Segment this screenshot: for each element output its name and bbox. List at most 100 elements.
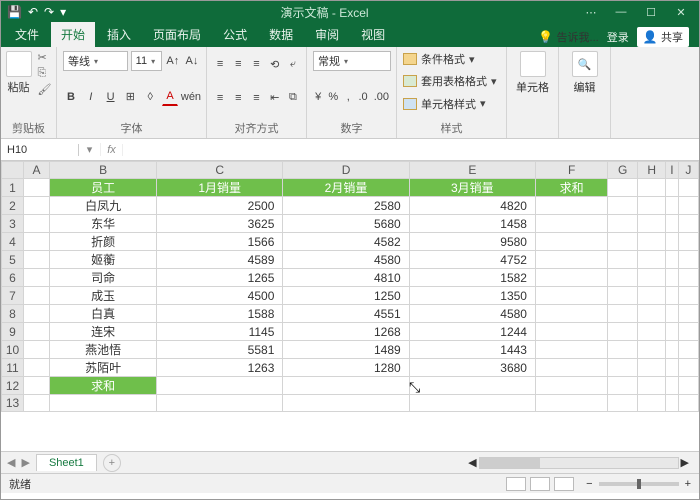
tab-home[interactable]: 开始 [51,22,95,47]
underline-button[interactable]: U [103,88,119,106]
grow-font-icon[interactable]: A↑ [165,52,181,70]
edit-button[interactable]: 🔍编辑 [565,51,604,95]
align-top-icon[interactable]: ≡ [213,55,227,73]
login-link[interactable]: 登录 [607,29,629,45]
row-header[interactable]: 12 [2,377,24,395]
save-icon[interactable]: 💾 [7,5,22,19]
scroll-track[interactable] [479,457,679,469]
scroll-right-icon[interactable]: ▶ [681,456,689,469]
tab-insert[interactable]: 插入 [97,22,141,47]
align-right-icon[interactable]: ≡ [249,89,263,107]
decrease-decimal-icon[interactable]: .00 [373,88,390,106]
col-G[interactable]: G [608,162,638,179]
tab-formula[interactable]: 公式 [213,22,257,47]
comma-icon[interactable]: , [343,88,353,106]
row-header[interactable]: 13 [2,395,24,412]
zoom-out-icon[interactable]: − [586,478,592,490]
shrink-font-icon[interactable]: A↓ [184,52,200,70]
align-middle-icon[interactable]: ≡ [231,55,245,73]
conditional-format-button[interactable]: 条件格式 ▾ [403,51,500,67]
row-header[interactable]: 2 [2,197,24,215]
fill-color-icon[interactable]: ◊ [142,88,158,106]
row-header[interactable]: 11 [2,359,24,377]
col-A[interactable]: A [24,162,50,179]
merge-icon[interactable]: ⧉ [286,89,300,107]
select-all-corner[interactable] [2,162,24,179]
cut-icon[interactable]: ✂ [38,51,52,64]
align-bottom-icon[interactable]: ≡ [249,55,263,73]
minimize-icon[interactable]: — [607,3,635,21]
border-icon[interactable]: ⊞ [122,88,138,106]
align-center-icon[interactable]: ≡ [231,89,245,107]
font-color-icon[interactable]: A [162,88,178,106]
currency-icon[interactable]: ¥ [313,88,323,106]
header-sum[interactable]: 求和 [535,179,607,197]
share-button[interactable]: 👤 共享 [637,27,689,47]
number-format-select[interactable]: 常规▾ [313,51,391,71]
row-header[interactable]: 1 [2,179,24,197]
tab-file[interactable]: 文件 [5,22,49,47]
sum-cell[interactable]: 求和 [50,377,157,395]
phonetic-icon[interactable]: wén [182,88,200,106]
maximize-icon[interactable]: ☐ [637,3,665,21]
col-E[interactable]: E [409,162,535,179]
copy-icon[interactable]: ⎘ [38,67,52,80]
font-size-select[interactable]: 11▾ [131,51,162,71]
ribbon-options-icon[interactable]: ⋯ [577,3,605,21]
indent-dec-icon[interactable]: ⇤ [268,89,282,107]
name-box-dropdown-icon[interactable]: ▾ [79,143,101,156]
worksheet-grid[interactable]: A B C D E F G H I J 1员工1月销量2月销量3月销量求和 2白… [1,161,699,451]
scroll-left-icon[interactable]: ◀ [468,456,476,469]
increase-decimal-icon[interactable]: .0 [358,88,369,106]
row-header[interactable]: 10 [2,341,24,359]
row-header[interactable]: 5 [2,251,24,269]
header-employee[interactable]: 员工 [50,179,157,197]
col-B[interactable]: B [50,162,157,179]
undo-icon[interactable]: ↶ [28,5,38,19]
col-I[interactable]: I [666,162,679,179]
format-table-button[interactable]: 套用表格格式 ▾ [403,73,500,89]
row-header[interactable]: 4 [2,233,24,251]
header-feb[interactable]: 2月销量 [283,179,409,197]
col-J[interactable]: J [678,162,698,179]
row-header[interactable]: 6 [2,269,24,287]
align-left-icon[interactable]: ≡ [213,89,227,107]
orientation-icon[interactable]: ⟲ [268,55,282,73]
tab-layout[interactable]: 页面布局 [143,22,211,47]
close-icon[interactable]: ✕ [667,3,695,21]
col-H[interactable]: H [638,162,666,179]
view-pagelayout-icon[interactable] [530,477,550,491]
tell-me[interactable]: 💡 告诉我... [538,29,598,45]
header-mar[interactable]: 3月销量 [409,179,535,197]
row-header[interactable]: 8 [2,305,24,323]
sheet-nav-prev-icon[interactable]: ◀ [7,456,15,469]
font-name-select[interactable]: 等线▾ [63,51,128,71]
view-pagebreak-icon[interactable] [554,477,574,491]
add-sheet-icon[interactable]: + [103,454,121,472]
sheet-nav-next-icon[interactable]: ▶ [21,456,29,469]
tab-view[interactable]: 视图 [351,22,395,47]
bold-button[interactable]: B [63,88,79,106]
tab-review[interactable]: 审阅 [305,22,349,47]
col-F[interactable]: F [535,162,607,179]
redo-icon[interactable]: ↷ [44,5,54,19]
zoom-in-icon[interactable]: + [685,478,691,490]
fx-icon[interactable]: fx [101,144,123,156]
header-jan[interactable]: 1月销量 [157,179,283,197]
format-painter-icon[interactable]: 🖌 [38,83,52,96]
row-header[interactable]: 9 [2,323,24,341]
paste-button[interactable]: 粘贴 [6,51,32,96]
italic-button[interactable]: I [83,88,99,106]
zoom-slider[interactable] [599,482,679,486]
view-normal-icon[interactable] [506,477,526,491]
sheet-tab[interactable]: Sheet1 [36,454,97,471]
zoom-thumb[interactable] [637,479,641,489]
row-header[interactable]: 3 [2,215,24,233]
row-header[interactable]: 7 [2,287,24,305]
tab-data[interactable]: 数据 [259,22,303,47]
col-C[interactable]: C [157,162,283,179]
percent-icon[interactable]: % [327,88,339,106]
cell-styles-button[interactable]: 单元格样式 ▾ [403,96,500,112]
scroll-thumb[interactable] [480,458,540,468]
horizontal-scrollbar[interactable]: ◀ ▶ [127,456,693,469]
